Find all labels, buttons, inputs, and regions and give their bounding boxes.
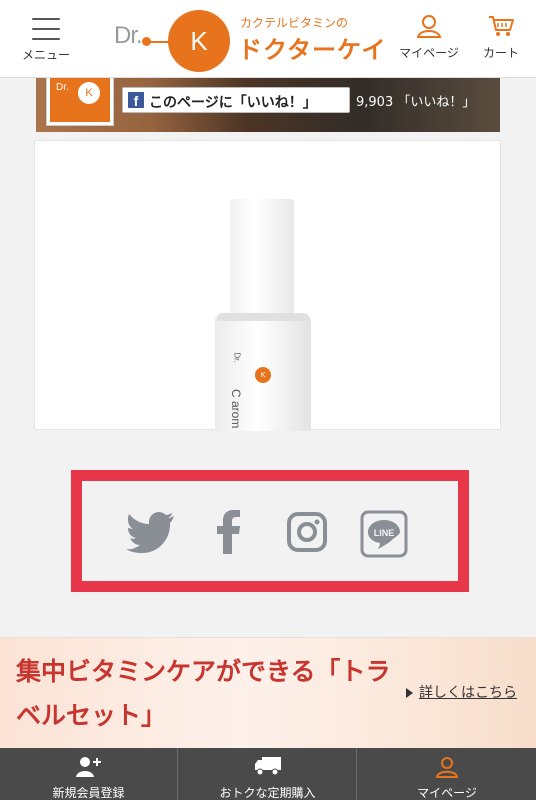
nav-subscription-label: おトクな定期購入 bbox=[219, 786, 316, 800]
cart-label: カート bbox=[482, 46, 519, 60]
bottle-product-name: C arom bbox=[229, 389, 243, 429]
nav-register[interactable]: 新規会員登録 bbox=[0, 748, 178, 800]
cart-icon bbox=[489, 16, 514, 36]
user-icon bbox=[435, 757, 459, 778]
logo-circle: K bbox=[168, 10, 230, 72]
mypage-label: マイページ bbox=[399, 46, 459, 60]
menu-label: メニュー bbox=[21, 48, 70, 62]
mypage-button[interactable]: マイページ bbox=[394, 14, 464, 66]
fb-logo-k: K bbox=[78, 82, 100, 104]
twitter-icon[interactable] bbox=[126, 510, 176, 554]
truck-icon bbox=[254, 757, 281, 776]
fb-logo-dr: Dr. bbox=[56, 82, 69, 93]
bottom-navigation: 新規会員登録 おトクな定期購入 マイページ bbox=[0, 748, 536, 800]
menu-button[interactable]: メニュー bbox=[18, 14, 74, 66]
facebook-page-logo[interactable]: Dr. K bbox=[46, 78, 114, 126]
logo-brand-name: ドクターケイ bbox=[238, 36, 387, 64]
cart-button[interactable]: カート bbox=[474, 14, 528, 66]
site-logo[interactable]: Dr. K カクテルビタミンの ドクターケイ bbox=[114, 6, 386, 72]
bottle-brand-text: Dr. bbox=[232, 352, 242, 363]
bottle-logo-mark: K bbox=[255, 367, 271, 383]
bottle-cap bbox=[230, 199, 294, 315]
logo-tagline: カクテルビタミンの bbox=[240, 16, 349, 30]
facebook-like-count: 9,903 「いいね！」 bbox=[356, 95, 476, 110]
product-image: Dr. K C arom bbox=[34, 140, 501, 431]
arrow-right-icon bbox=[406, 688, 413, 698]
facebook-f-icon: f bbox=[128, 92, 144, 109]
banner-more-link[interactable]: 詳しくはこちら bbox=[406, 682, 517, 702]
instagram-icon[interactable] bbox=[286, 510, 328, 554]
facebook-icon[interactable] bbox=[214, 510, 244, 554]
facebook-page-plugin: Dr. K f このページに「いいね！」 9,903 「いいね！」 bbox=[36, 78, 500, 132]
facebook-like-button[interactable]: f このページに「いいね！」 bbox=[122, 87, 350, 113]
nav-mypage-label: マイページ bbox=[417, 786, 477, 800]
line-icon-text: LINE bbox=[374, 528, 395, 538]
site-header: メニュー Dr. K カクテルビタミンの ドクターケイ マイページ カート bbox=[0, 0, 536, 78]
logo-dr-text: Dr. bbox=[114, 22, 143, 49]
hamburger-icon bbox=[32, 18, 60, 40]
travel-set-banner[interactable]: 集中ビタミンケアができる「トラベルセット」 詳しくはこちら bbox=[0, 637, 536, 748]
user-icon bbox=[416, 15, 442, 38]
line-icon[interactable]: LINE bbox=[360, 510, 408, 558]
banner-title: 集中ビタミンケアができる「トラベルセット」 bbox=[16, 657, 391, 730]
nav-register-label: 新規会員登録 bbox=[52, 786, 125, 800]
nav-mypage[interactable]: マイページ bbox=[358, 748, 536, 800]
nav-subscription[interactable]: おトクな定期購入 bbox=[179, 748, 357, 800]
add-user-icon bbox=[75, 757, 101, 777]
facebook-like-label: このページに「いいね！」 bbox=[149, 95, 317, 111]
